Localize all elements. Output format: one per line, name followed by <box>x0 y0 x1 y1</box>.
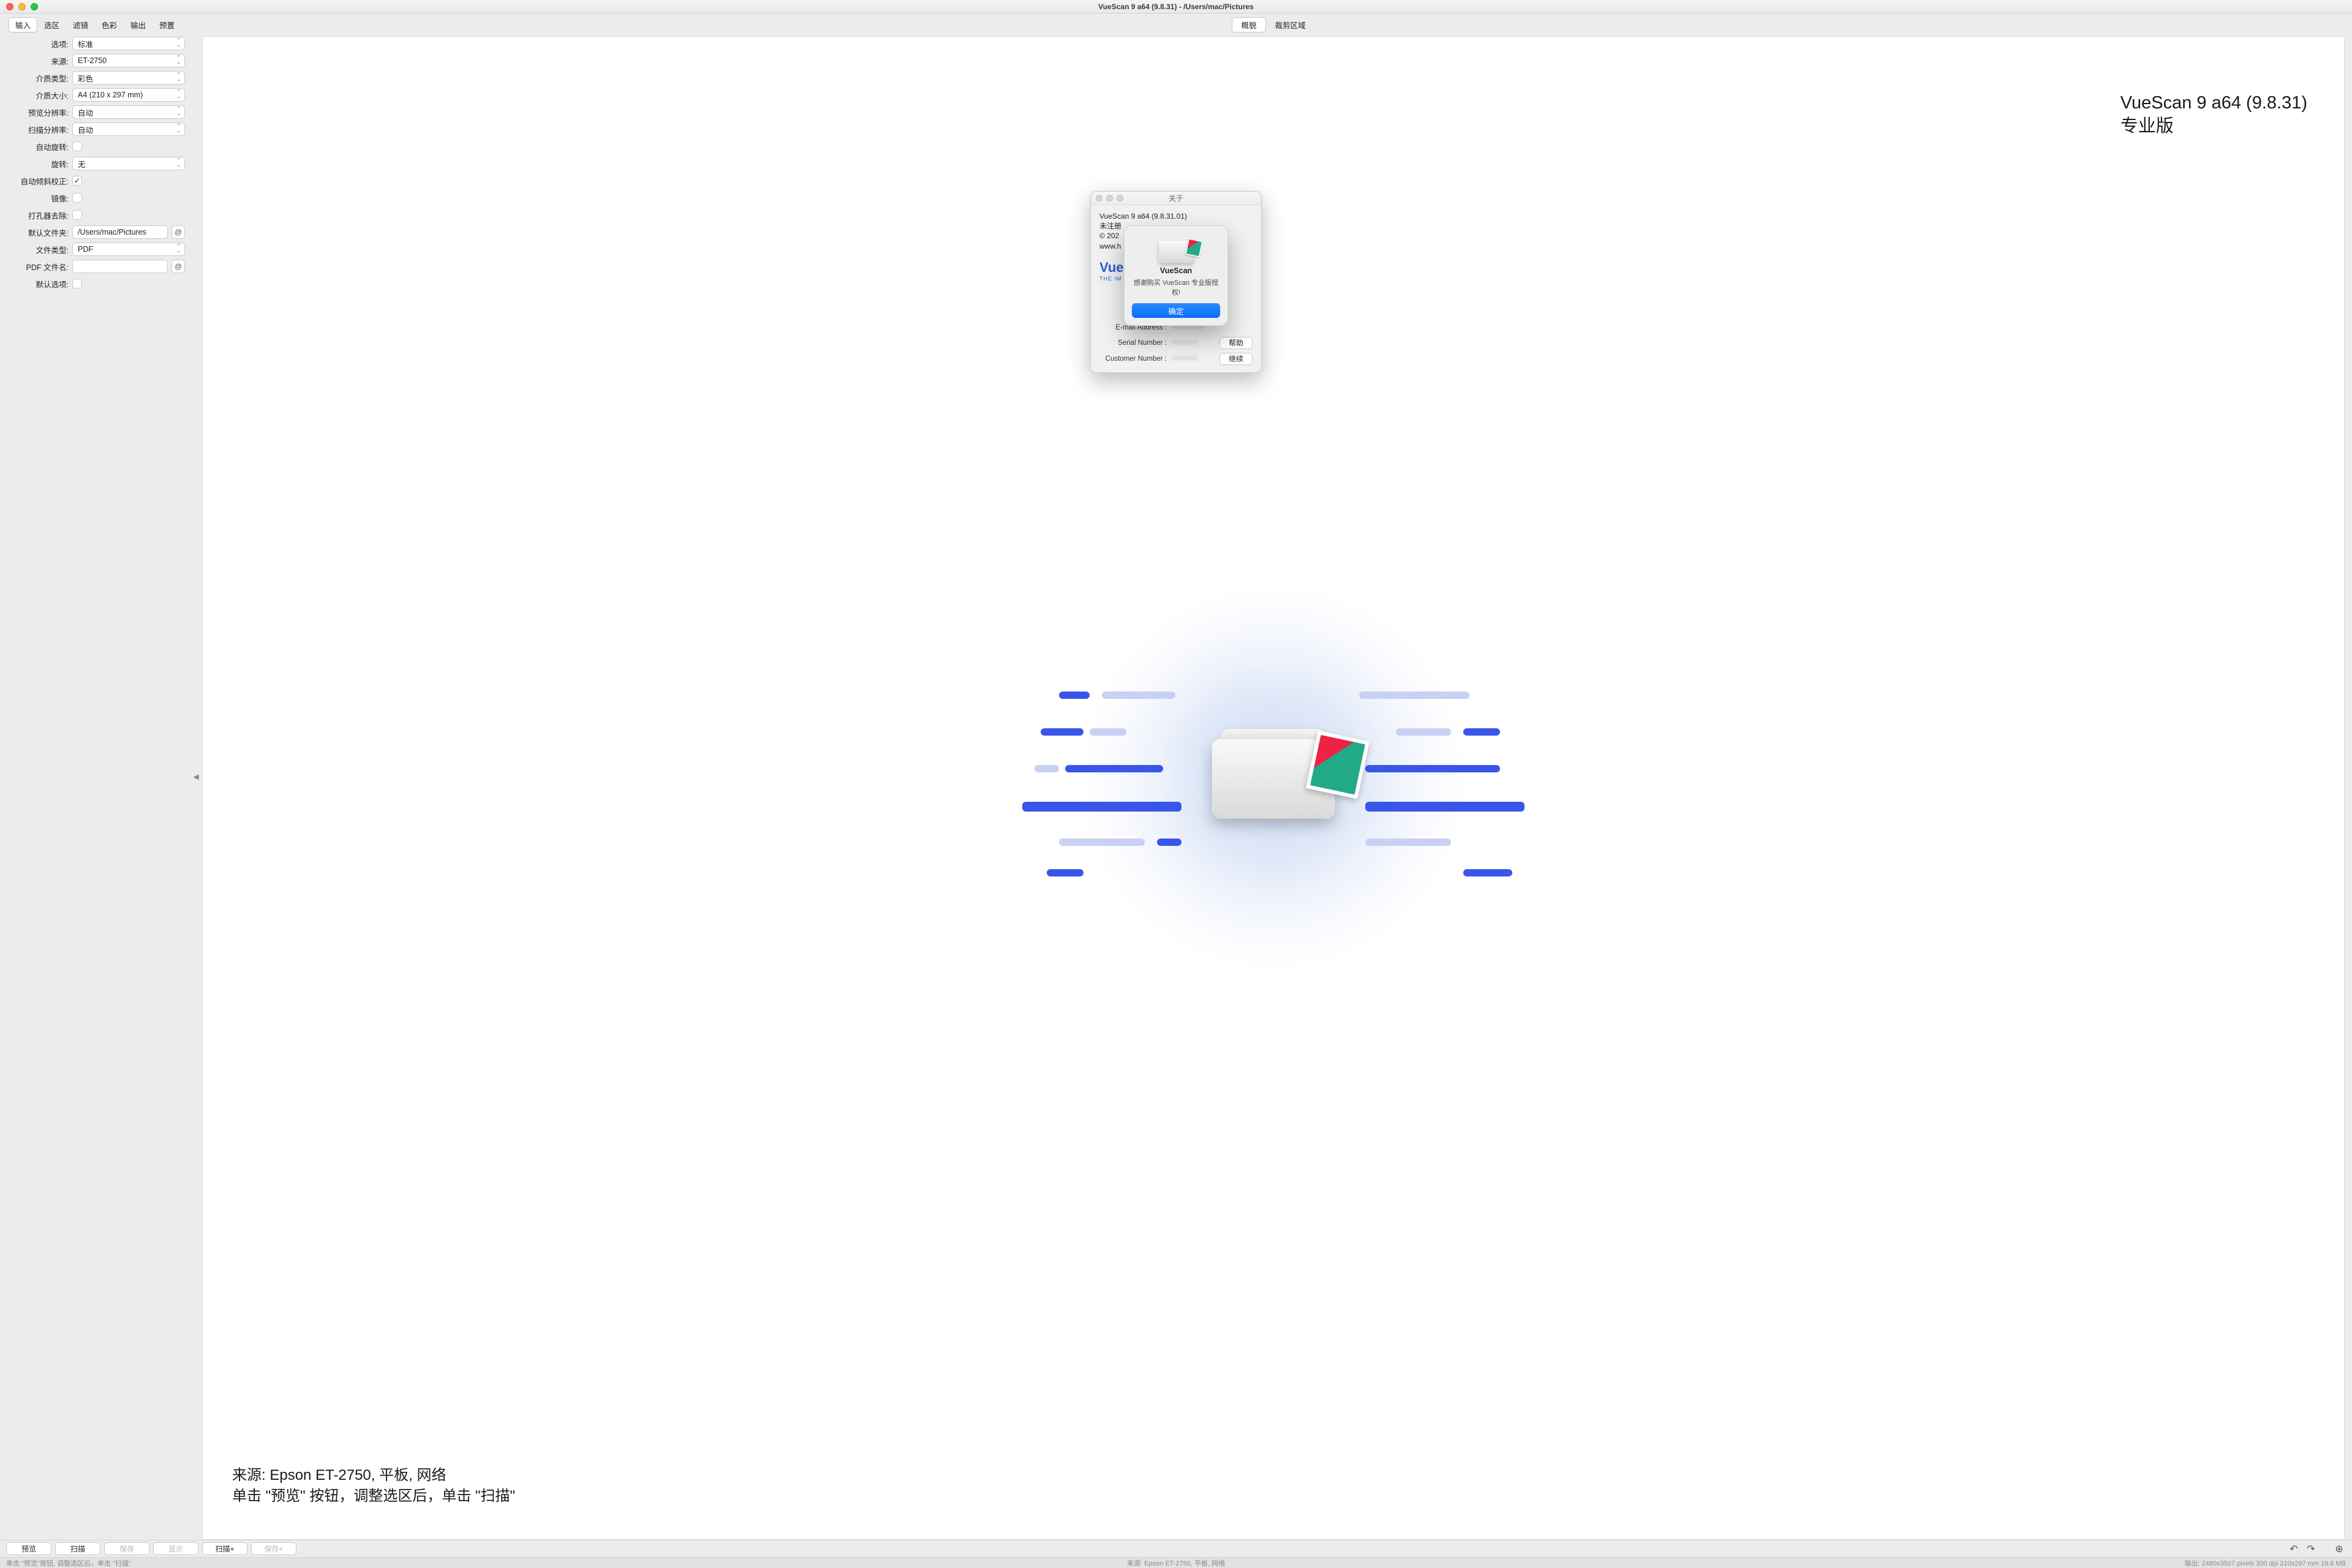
hero-title-line1: VueScan 9 a64 (9.8.31) <box>2120 92 2307 115</box>
window-zoom-icon[interactable] <box>31 3 38 10</box>
window-titlebar: VueScan 9 a64 (9.8.31) - /Users/mac/Pict… <box>0 0 2352 13</box>
window-minimize-icon[interactable] <box>18 3 26 10</box>
select-rotate[interactable]: 无 <box>72 157 185 170</box>
alert-message: 感谢购买 VueScan 专业版授权! <box>1132 277 1220 297</box>
select-source[interactable]: ET-2750 <box>72 54 185 67</box>
label-pdf-name: PDF 文件名: <box>5 261 72 273</box>
label-default-folder: 默认文件夹: <box>5 227 72 238</box>
label-file-type: 文件类型: <box>5 244 72 255</box>
bottom-toolbar: 预览 扫描 保存 显示 扫描+ 保存+ ↶ ↷ ⊕ <box>0 1540 2352 1557</box>
status-right: 输出: 2480x3507 pixels 300 dpi 210x297 mm … <box>2184 1558 2346 1568</box>
preview-pane: 概貌 裁剪区域 VueScan 9 a64 (9.8.31) 专业版 <box>202 13 2352 1540</box>
select-file-type[interactable]: PDF <box>72 243 185 256</box>
label-punch-remove: 打孔器去除: <box>5 209 72 221</box>
tab-crop-area[interactable]: 裁剪区域 <box>1266 17 1315 32</box>
preview-canvas: VueScan 9 a64 (9.8.31) 专业版 <box>202 36 2345 1540</box>
preview-button[interactable]: 预览 <box>6 1542 51 1555</box>
undo-icon[interactable]: ↶ <box>2287 1542 2301 1556</box>
pdf-name-helper-button[interactable]: @ <box>172 260 185 273</box>
status-left: 单击 "预览"按钮, 调整选区后，单击 "扫描" <box>6 1558 131 1568</box>
checkbox-mirror[interactable] <box>72 193 82 203</box>
save-plus-button[interactable]: 保存+ <box>251 1542 296 1555</box>
label-auto-deskew: 自动倾斜校正: <box>5 175 72 187</box>
hero-title-line2: 专业版 <box>2120 115 2307 138</box>
about-zoom-icon <box>1117 195 1123 202</box>
select-options[interactable]: 标准 <box>72 37 185 50</box>
hero-title: VueScan 9 a64 (9.8.31) 专业版 <box>2120 92 2307 138</box>
tab-input[interactable]: 输入 <box>9 17 37 32</box>
about-titlebar: 关于 <box>1091 192 1261 205</box>
scanner-icon <box>1212 739 1335 818</box>
hero-hint-text: 单击 "预览" 按钮，调整选区后，单击 "扫描" <box>232 1483 515 1505</box>
tab-preset[interactable]: 预置 <box>153 17 181 32</box>
about-close-icon[interactable] <box>1096 195 1102 202</box>
status-mid: 来源: Epson ET-2750, 平板, 网络 <box>1127 1558 1225 1568</box>
label-serial: Serial Number : <box>1099 339 1167 347</box>
label-media-type: 介质类型: <box>5 72 72 84</box>
tab-filter[interactable]: 滤镜 <box>66 17 95 32</box>
about-title: 关于 <box>1169 193 1183 203</box>
browse-folder-button[interactable]: @ <box>172 225 185 239</box>
redo-icon[interactable]: ↷ <box>2304 1542 2318 1556</box>
alert-app-icon <box>1162 235 1190 263</box>
hero-artwork <box>1022 667 1525 888</box>
select-media-size[interactable]: A4 (210 x 297 mm) <box>72 88 185 102</box>
value-serial: xxxxxxx <box>1172 337 1215 349</box>
tab-output[interactable]: 输出 <box>124 17 153 32</box>
continue-button[interactable]: 继续 <box>1219 353 1253 365</box>
show-button[interactable]: 显示 <box>153 1542 198 1555</box>
preview-tabs: 概貌 裁剪区域 <box>1232 17 1314 32</box>
save-button[interactable]: 保存 <box>104 1542 149 1555</box>
window-title: VueScan 9 a64 (9.8.31) - /Users/mac/Pict… <box>1098 2 1254 11</box>
hero-source-text: 来源: Epson ET-2750, 平板, 网络 <box>232 1463 446 1484</box>
tab-overview[interactable]: 概貌 <box>1232 17 1265 32</box>
about-version: VueScan 9 a64 (9.8.31.01) <box>1099 211 1253 221</box>
thankyou-alert: VueScan 感谢购买 VueScan 专业版授权! 确定 <box>1124 225 1228 326</box>
label-auto-rotate: 自动旋转: <box>5 141 72 153</box>
sidebar-tabs: 输入 选区 滤镜 色彩 输出 预置 <box>9 17 181 32</box>
window-traffic-lights <box>0 3 38 10</box>
alert-app-name: VueScan <box>1132 266 1220 275</box>
select-preview-res[interactable]: 自动 <box>72 105 185 119</box>
label-scan-res: 扫描分辨率: <box>5 124 72 135</box>
input-default-folder[interactable]: /Users/mac/Pictures <box>72 225 168 239</box>
pane-divider-handle[interactable]: ◀ <box>190 13 202 1540</box>
label-source: 来源: <box>5 55 72 67</box>
input-pdf-name[interactable] <box>72 260 168 273</box>
label-rotate: 旋转: <box>5 158 72 170</box>
scan-button[interactable]: 扫描 <box>55 1542 100 1555</box>
tab-selection[interactable]: 选区 <box>37 17 66 32</box>
select-media-type[interactable]: 彩色 <box>72 71 185 85</box>
label-media-size: 介质大小: <box>5 89 72 101</box>
label-options: 选项: <box>5 38 72 50</box>
about-minimize-icon <box>1106 195 1113 202</box>
sidebar: 输入 选区 滤镜 色彩 输出 预置 选项: 标准 来源: ET-2750 介质类… <box>0 13 190 1540</box>
input-form: 选项: 标准 来源: ET-2750 介质类型: 彩色 介质大小: A4 (21… <box>5 36 185 291</box>
alert-ok-button[interactable]: 确定 <box>1132 303 1220 318</box>
checkbox-default-opts[interactable] <box>72 279 82 288</box>
tab-color[interactable]: 色彩 <box>95 17 124 32</box>
checkbox-auto-rotate[interactable] <box>72 141 82 151</box>
label-customer: Customer Number : <box>1099 355 1167 363</box>
label-preview-res: 预览分辨率: <box>5 107 72 118</box>
value-customer: xxxxxxx <box>1172 353 1215 364</box>
select-scan-res[interactable]: 自动 <box>72 123 185 136</box>
status-bar: 单击 "预览"按钮, 调整选区后，单击 "扫描" 来源: Epson ET-27… <box>0 1557 2352 1568</box>
zoom-in-icon[interactable]: ⊕ <box>2332 1542 2346 1556</box>
help-button[interactable]: 帮助 <box>1219 337 1253 349</box>
checkbox-punch-remove[interactable] <box>72 210 82 220</box>
scan-plus-button[interactable]: 扫描+ <box>202 1542 247 1555</box>
window-close-icon[interactable] <box>6 3 13 10</box>
label-mirror: 镜像: <box>5 192 72 204</box>
label-default-opts: 默认选项: <box>5 278 72 290</box>
checkbox-auto-deskew[interactable] <box>72 176 82 186</box>
